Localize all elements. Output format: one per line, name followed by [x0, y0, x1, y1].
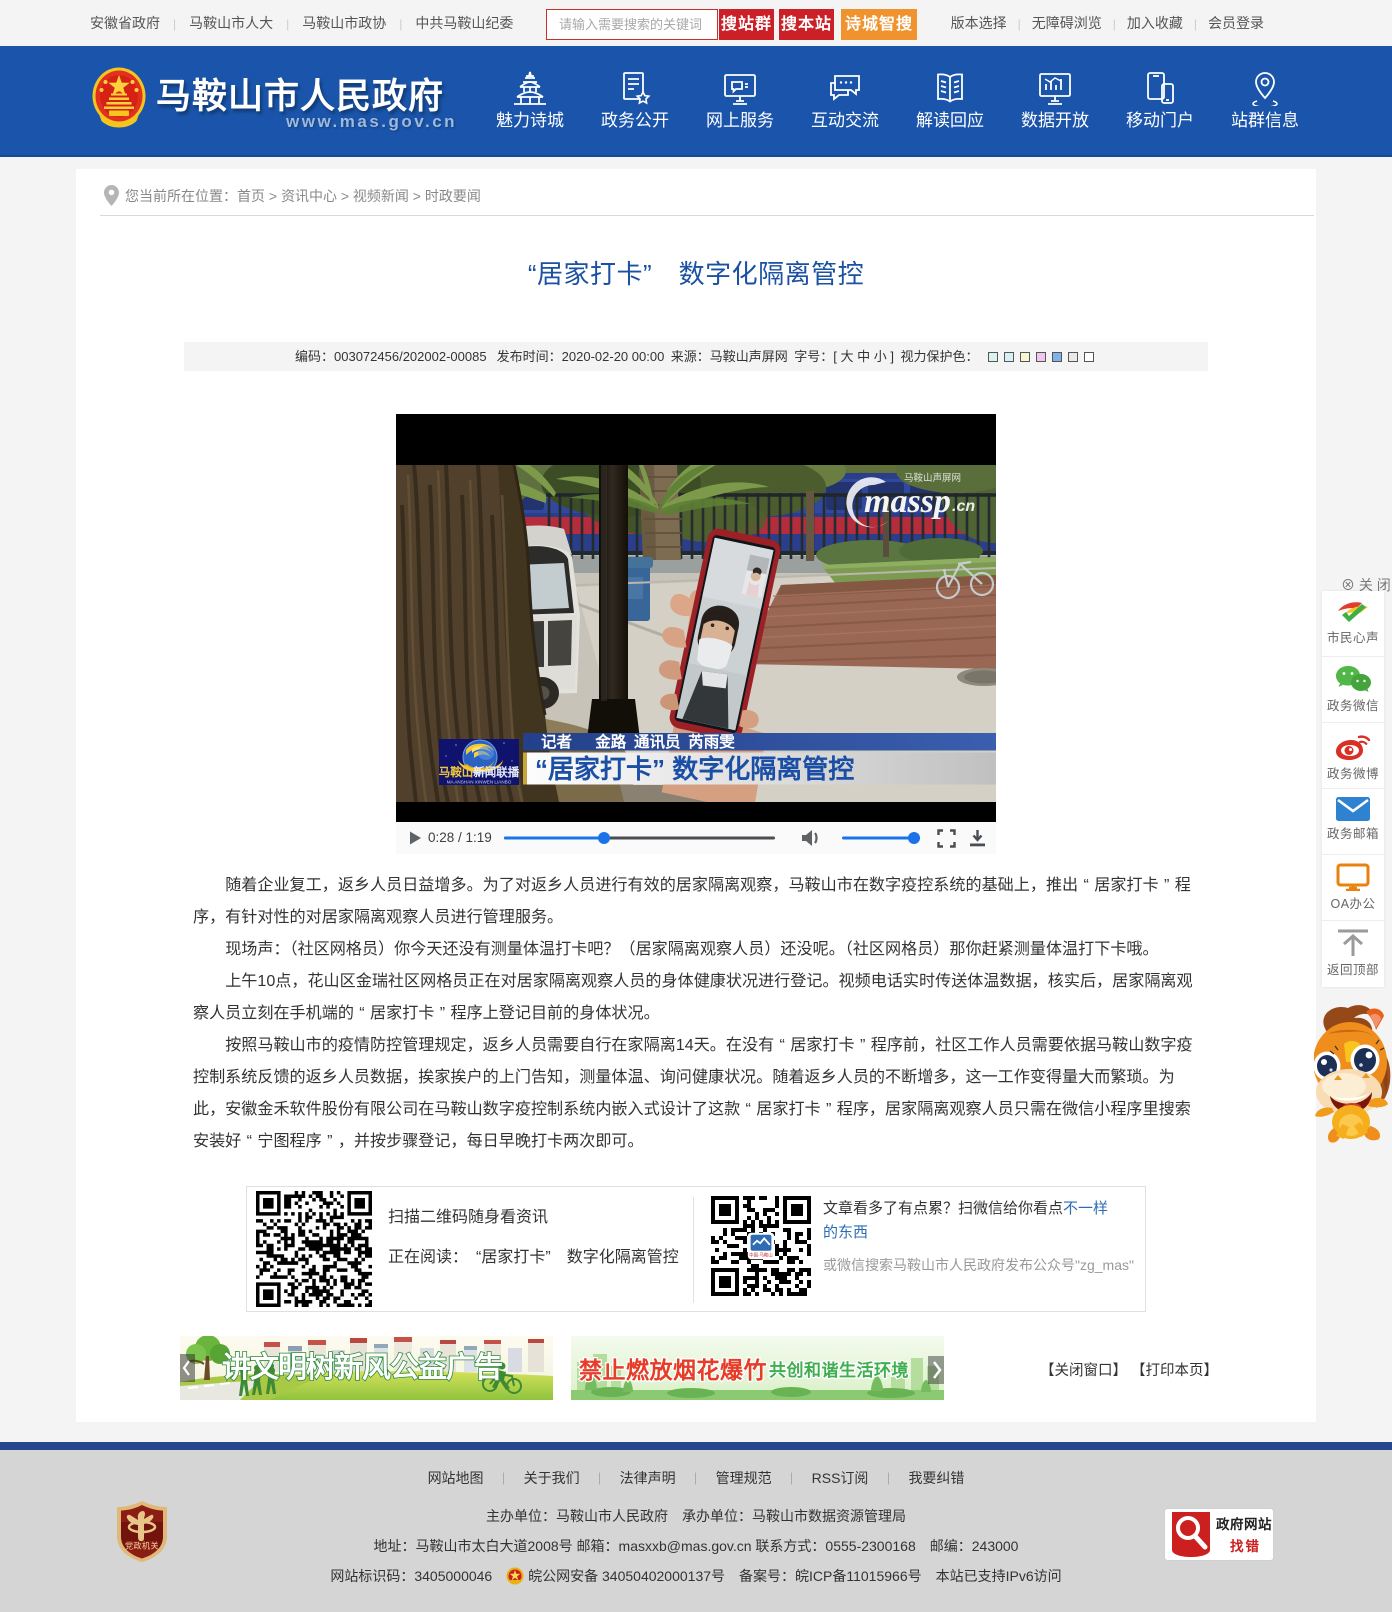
svg-text:.cn: .cn	[952, 498, 975, 515]
svg-text:massp: massp	[864, 483, 951, 520]
svg-text:MA ANSHAN XINWEN LIANBO: MA ANSHAN XINWEN LIANBO	[447, 780, 512, 785]
svg-text:马鞍山新闻联播: 马鞍山新闻联播	[439, 765, 520, 779]
svg-text:政府网站: 政府网站	[1216, 1516, 1272, 1532]
svg-text:共创和谐生活环境: 共创和谐生活环境	[769, 1360, 909, 1380]
svg-text:“居家打卡” 数字化隔离管控: “居家打卡” 数字化隔离管控	[535, 754, 854, 784]
svg-text:中国·马鞍山: 中国·马鞍山	[749, 1251, 772, 1258]
svg-text:党政机关: 党政机关	[125, 1541, 159, 1551]
svg-text:找错: 找错	[1230, 1538, 1261, 1554]
svg-text:讲文明树新风公益广告: 讲文明树新风公益广告	[222, 1350, 502, 1384]
svg-text:禁止燃放烟花爆竹: 禁止燃放烟花爆竹	[579, 1357, 767, 1383]
svg-text:记者 金路 通讯员 芮雨雯: 记者 金路 通讯员 芮雨雯	[541, 732, 735, 751]
